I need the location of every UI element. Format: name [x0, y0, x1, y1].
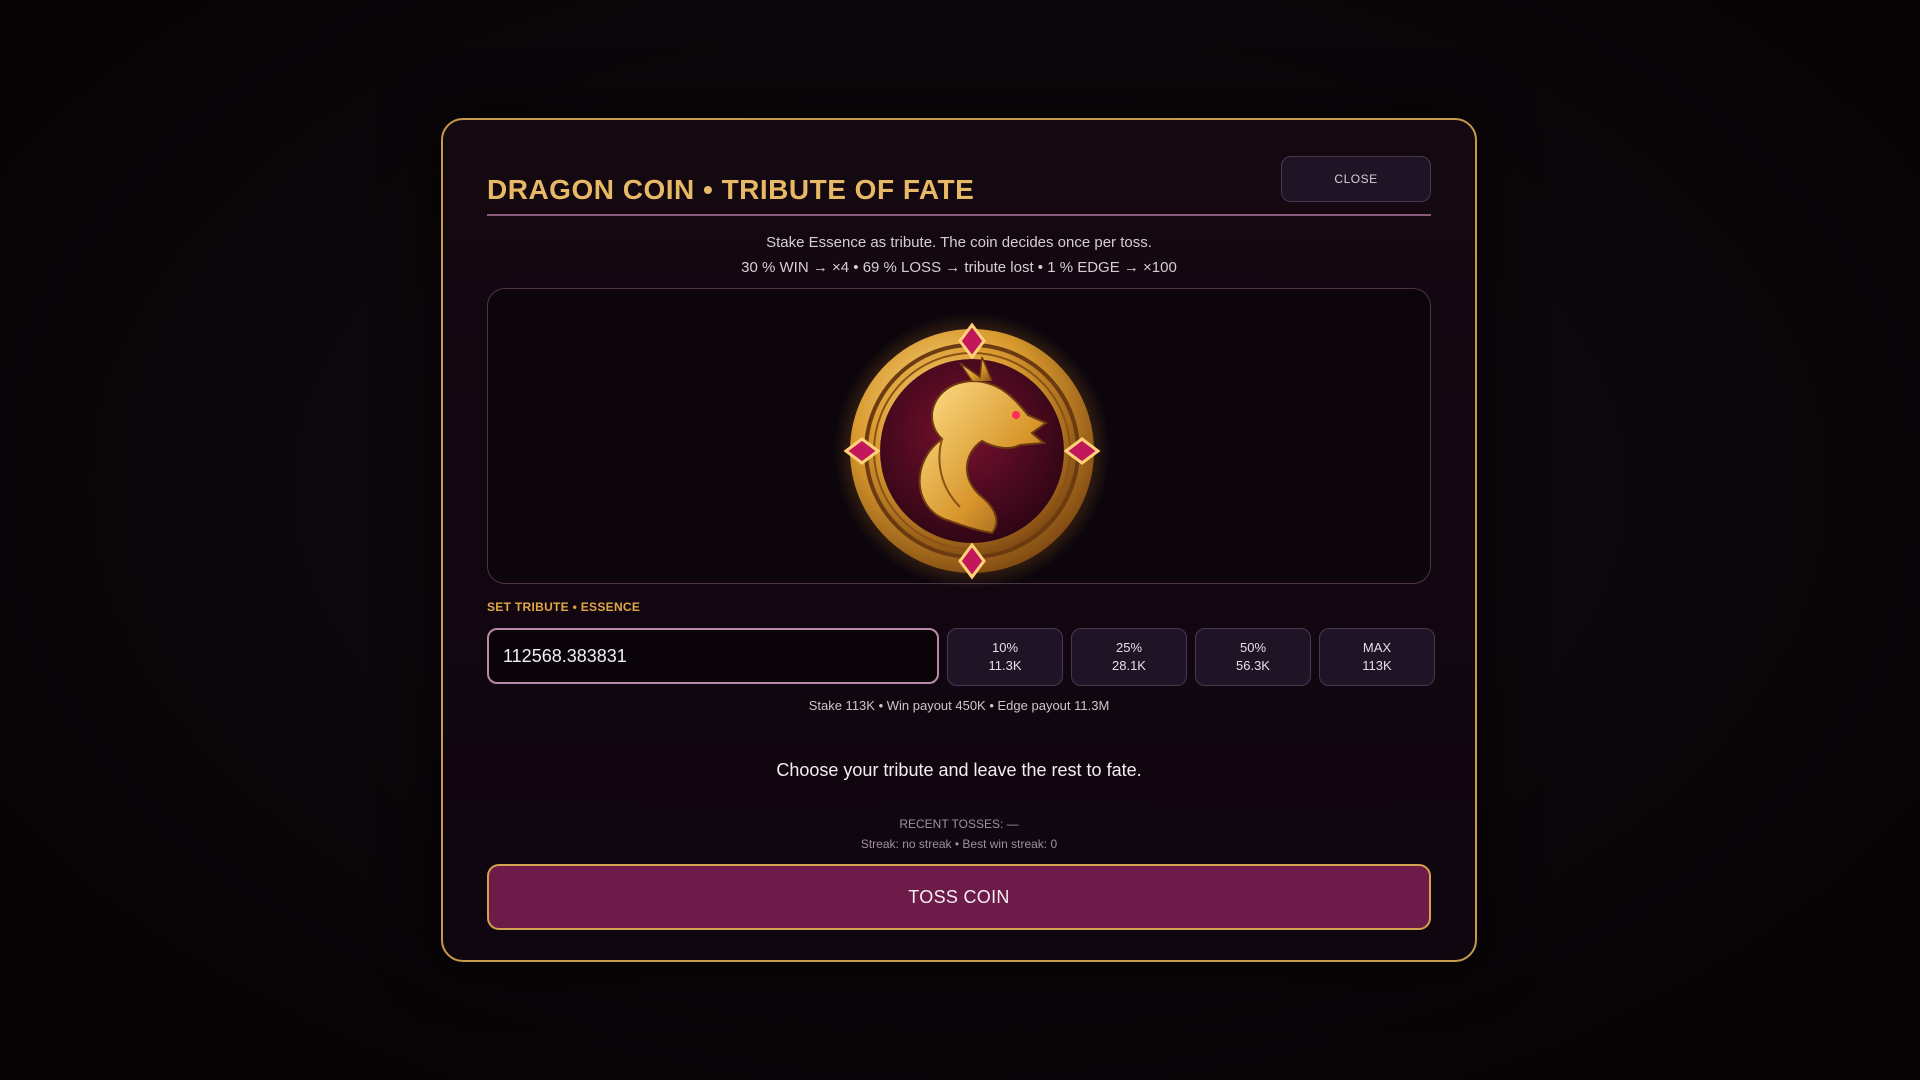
toss-history: RECENT TOSSES: — Streak: no streak • Bes… — [487, 814, 1431, 854]
tribute-modal: DRAGON COIN • TRIBUTE OF FATE CLOSE Stak… — [441, 118, 1477, 962]
preset-percent: MAX — [1362, 640, 1392, 655]
toss-coin-button[interactable]: TOSS COIN — [487, 864, 1431, 930]
payout-summary: Stake 113K • Win payout 450K • Edge payo… — [808, 698, 1110, 713]
header-divider — [487, 214, 1431, 216]
streak-info: Streak: no streak • Best win streak: 0 — [860, 837, 1058, 851]
odds-line: 30 % WIN → ×4 • 69 % LOSS → tribute lost… — [741, 259, 1177, 276]
preset-value: 11.3K — [988, 658, 1022, 673]
tribute-amount-input[interactable] — [487, 628, 939, 684]
preset-percent: 10% — [991, 640, 1019, 655]
close-button[interactable]: CLOSE — [1281, 156, 1431, 202]
preset-50-button[interactable]: 50% 56.3K — [1195, 628, 1311, 686]
modal-title: DRAGON COIN • TRIBUTE OF FATE — [487, 174, 975, 205]
recent-tosses: RECENT TOSSES: — — [899, 817, 1019, 831]
status-message: Choose your tribute and leave the rest t… — [776, 760, 1142, 780]
description-line: Stake Essence as tribute. The coin decid… — [766, 234, 1152, 251]
preset-value: 113K — [1362, 658, 1392, 673]
preset-max-button[interactable]: MAX 113K — [1319, 628, 1435, 686]
preset-25-button[interactable]: 25% 28.1K — [1071, 628, 1187, 686]
preset-percent: 50% — [1239, 640, 1267, 655]
dragon-coin-icon — [834, 313, 1110, 589]
modal-header: DRAGON COIN • TRIBUTE OF FATE CLOSE — [487, 156, 1431, 206]
preset-percent: 25% — [1115, 640, 1143, 655]
tribute-label: SET TRIBUTE • ESSENCE — [487, 600, 641, 614]
game-description: Stake Essence as tribute. The coin decid… — [487, 230, 1431, 280]
preset-10-button[interactable]: 10% 11.3K — [947, 628, 1063, 686]
preset-value: 28.1K — [1112, 658, 1146, 673]
preset-value: 56.3K — [1236, 658, 1270, 673]
coin-stage — [487, 288, 1431, 589]
